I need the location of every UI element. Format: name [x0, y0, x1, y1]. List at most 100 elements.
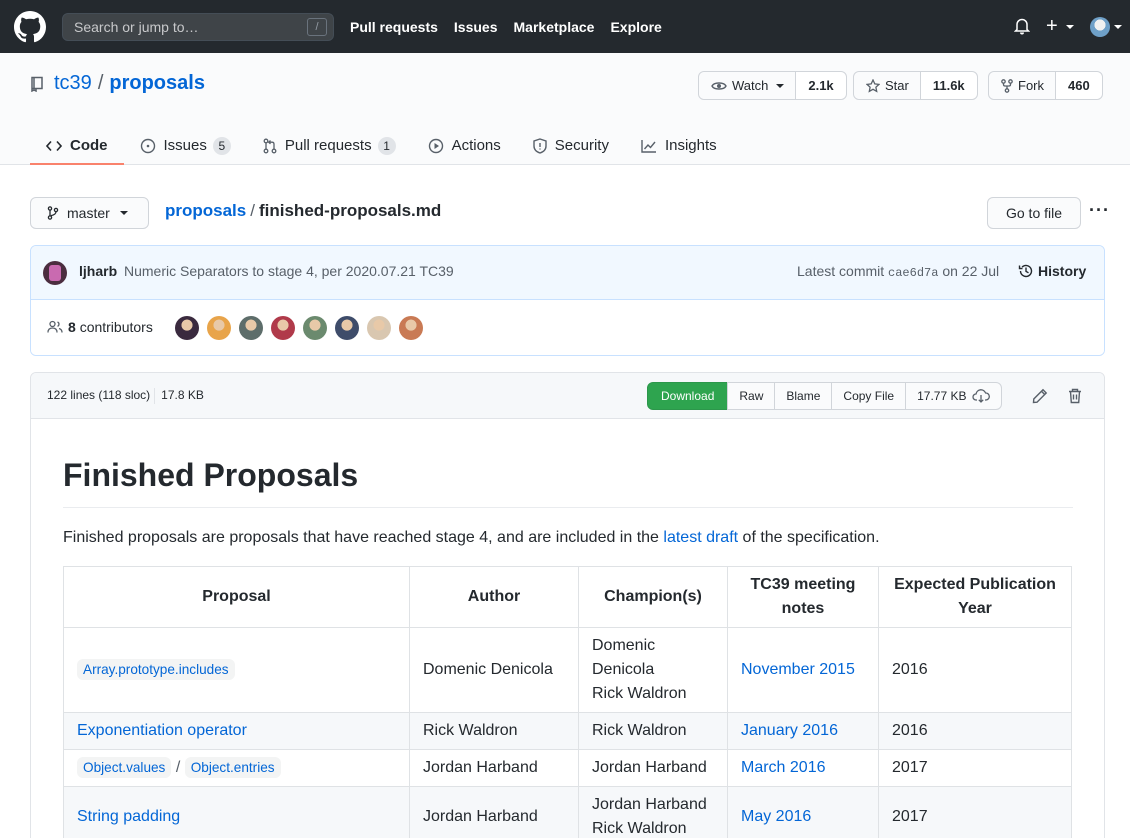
commit-date: on 22 Jul	[942, 263, 1000, 279]
nav-pull-requests[interactable]: Pull requests	[350, 19, 438, 35]
breadcrumb-root-link[interactable]: proposals	[165, 201, 246, 220]
meeting-notes-link[interactable]: May 2016	[741, 808, 811, 825]
nav-marketplace[interactable]: Marketplace	[514, 19, 595, 35]
nav-explore[interactable]: Explore	[610, 19, 661, 35]
tab-issues[interactable]: Issues 5	[124, 127, 247, 164]
nav-issues[interactable]: Issues	[454, 19, 498, 35]
author-cell: Rick Waldron	[409, 712, 579, 750]
branch-select-button[interactable]: master	[30, 197, 149, 229]
tab-actions[interactable]: Actions	[412, 127, 517, 164]
bell-icon[interactable]	[1014, 17, 1030, 35]
star-button[interactable]: Star	[854, 72, 921, 99]
tab-code[interactable]: Code	[30, 127, 124, 165]
contributors-link[interactable]: 8 contributors	[47, 319, 153, 335]
repo-name-link[interactable]: proposals	[109, 72, 205, 95]
contributors-row: 8 contributors	[31, 300, 1104, 355]
notes-cell: January 2016	[727, 712, 879, 750]
repo-title: tc39 / proposals	[30, 72, 205, 95]
history-link[interactable]: History	[1018, 263, 1086, 279]
trash-icon[interactable]	[1068, 388, 1082, 404]
watch-control: Watch 2.1k	[698, 71, 847, 100]
meeting-notes-link[interactable]: March 2016	[741, 759, 826, 776]
tab-insights[interactable]: Insights	[625, 127, 733, 164]
latest-commit-prefix: Latest commit	[797, 263, 885, 279]
star-control: Star 11.6k	[853, 71, 978, 100]
meeting-notes-link[interactable]: November 2015	[741, 661, 855, 678]
repo-owner-link[interactable]: tc39	[54, 72, 92, 95]
watch-count[interactable]: 2.1k	[796, 72, 846, 99]
fork-count[interactable]: 460	[1056, 72, 1102, 99]
user-avatar[interactable]	[1090, 17, 1110, 37]
breadcrumb-file: finished-proposals.md	[258, 201, 442, 220]
latest-commit-box: ljharb Numeric Separators to stage 4, pe…	[30, 245, 1105, 356]
author-cell: Jordan Harband	[409, 786, 579, 838]
contributor-avatars	[175, 316, 431, 340]
star-count[interactable]: 11.6k	[920, 72, 977, 99]
proposal-link[interactable]: Array.prototype.includes	[77, 659, 235, 680]
table-row: Array.prototype.includes Domenic Denicol…	[63, 627, 1072, 713]
watch-button[interactable]: Watch	[699, 72, 797, 99]
file-actions: Download Raw Blame Copy File 17.77 KB	[647, 382, 1003, 410]
watch-label: Watch	[732, 78, 769, 93]
column-header: Champion(s)	[578, 566, 728, 628]
contributor-avatar[interactable]	[399, 316, 423, 340]
fork-label: Fork	[1018, 78, 1044, 93]
proposal-link[interactable]: Object.values	[77, 757, 172, 778]
commit-author-link[interactable]: ljharb	[79, 263, 117, 279]
tab-security-label: Security	[554, 137, 609, 154]
tab-security[interactable]: Security	[517, 127, 625, 164]
contributor-avatar[interactable]	[367, 316, 391, 340]
doc-title: Finished Proposals	[63, 455, 1073, 508]
champions-cell: Jordan Harband Rick Waldron	[578, 786, 728, 838]
column-header: Author	[409, 566, 579, 628]
branch-name: master	[67, 205, 110, 221]
author-cell: Jordan Harband	[409, 749, 579, 787]
proposal-link[interactable]: Exponentiation operator	[77, 722, 247, 739]
raw-button[interactable]: Raw	[727, 382, 776, 410]
download-size-button[interactable]: 17.77 KB	[905, 382, 1003, 410]
history-icon	[1018, 264, 1033, 278]
fork-button[interactable]: Fork	[989, 72, 1056, 99]
chevron-down-icon	[1114, 25, 1122, 29]
proposal-cell: Exponentiation operator	[63, 712, 410, 750]
go-to-file-button[interactable]: Go to file	[987, 197, 1081, 229]
tab-actions-label: Actions	[451, 137, 501, 154]
proposals-table: Proposal Author Champion(s) TC39 meeting…	[63, 566, 1072, 838]
proposal-link[interactable]: String padding	[77, 808, 180, 825]
contributor-avatar[interactable]	[335, 316, 359, 340]
github-logo-icon[interactable]	[14, 11, 46, 43]
tab-pull-requests[interactable]: Pull requests 1	[247, 127, 412, 164]
search-shortcut-key: /	[307, 18, 327, 36]
commit-sha-link[interactable]: cae6d7a	[888, 266, 938, 280]
intro-text-after: of the specification.	[738, 529, 880, 546]
proposal-link[interactable]: Object.entries	[184, 757, 281, 778]
edit-pencil-icon[interactable]	[1032, 388, 1048, 404]
search-input[interactable]: Search or jump to… /	[62, 13, 334, 41]
create-new-button[interactable]: +	[1046, 14, 1058, 38]
repo-separator: /	[97, 72, 104, 94]
latest-draft-link[interactable]: latest draft	[663, 529, 738, 546]
contributor-avatar[interactable]	[239, 316, 263, 340]
commit-message-link[interactable]: Numeric Separators to stage 4, per 2020.…	[124, 263, 454, 279]
commit-summary: ljharb Numeric Separators to stage 4, pe…	[31, 246, 1104, 300]
copy-file-button[interactable]: Copy File	[831, 382, 907, 410]
commit-author-avatar[interactable]	[43, 261, 67, 285]
contributor-avatar[interactable]	[271, 316, 295, 340]
people-icon	[47, 320, 63, 333]
repo-icon	[31, 76, 43, 92]
blame-button[interactable]: Blame	[774, 382, 833, 410]
contributors-label: contributors	[79, 319, 153, 335]
star-icon	[866, 78, 880, 93]
contributor-avatar[interactable]	[303, 316, 327, 340]
meeting-notes-link[interactable]: January 2016	[741, 722, 838, 739]
file-header: 122 lines (118 sloc) 17.8 KB Download Raw…	[31, 373, 1104, 419]
issues-counter: 5	[212, 136, 231, 155]
champion-name: Rick Waldron	[592, 820, 687, 837]
contributor-avatar[interactable]	[175, 316, 199, 340]
tab-issues-label: Issues	[163, 137, 207, 154]
notes-cell: May 2016	[727, 786, 879, 838]
fork-icon	[1001, 78, 1013, 93]
contributor-avatar[interactable]	[207, 316, 231, 340]
download-button[interactable]: Download	[647, 382, 729, 410]
more-options-icon[interactable]: ···	[1089, 200, 1110, 221]
